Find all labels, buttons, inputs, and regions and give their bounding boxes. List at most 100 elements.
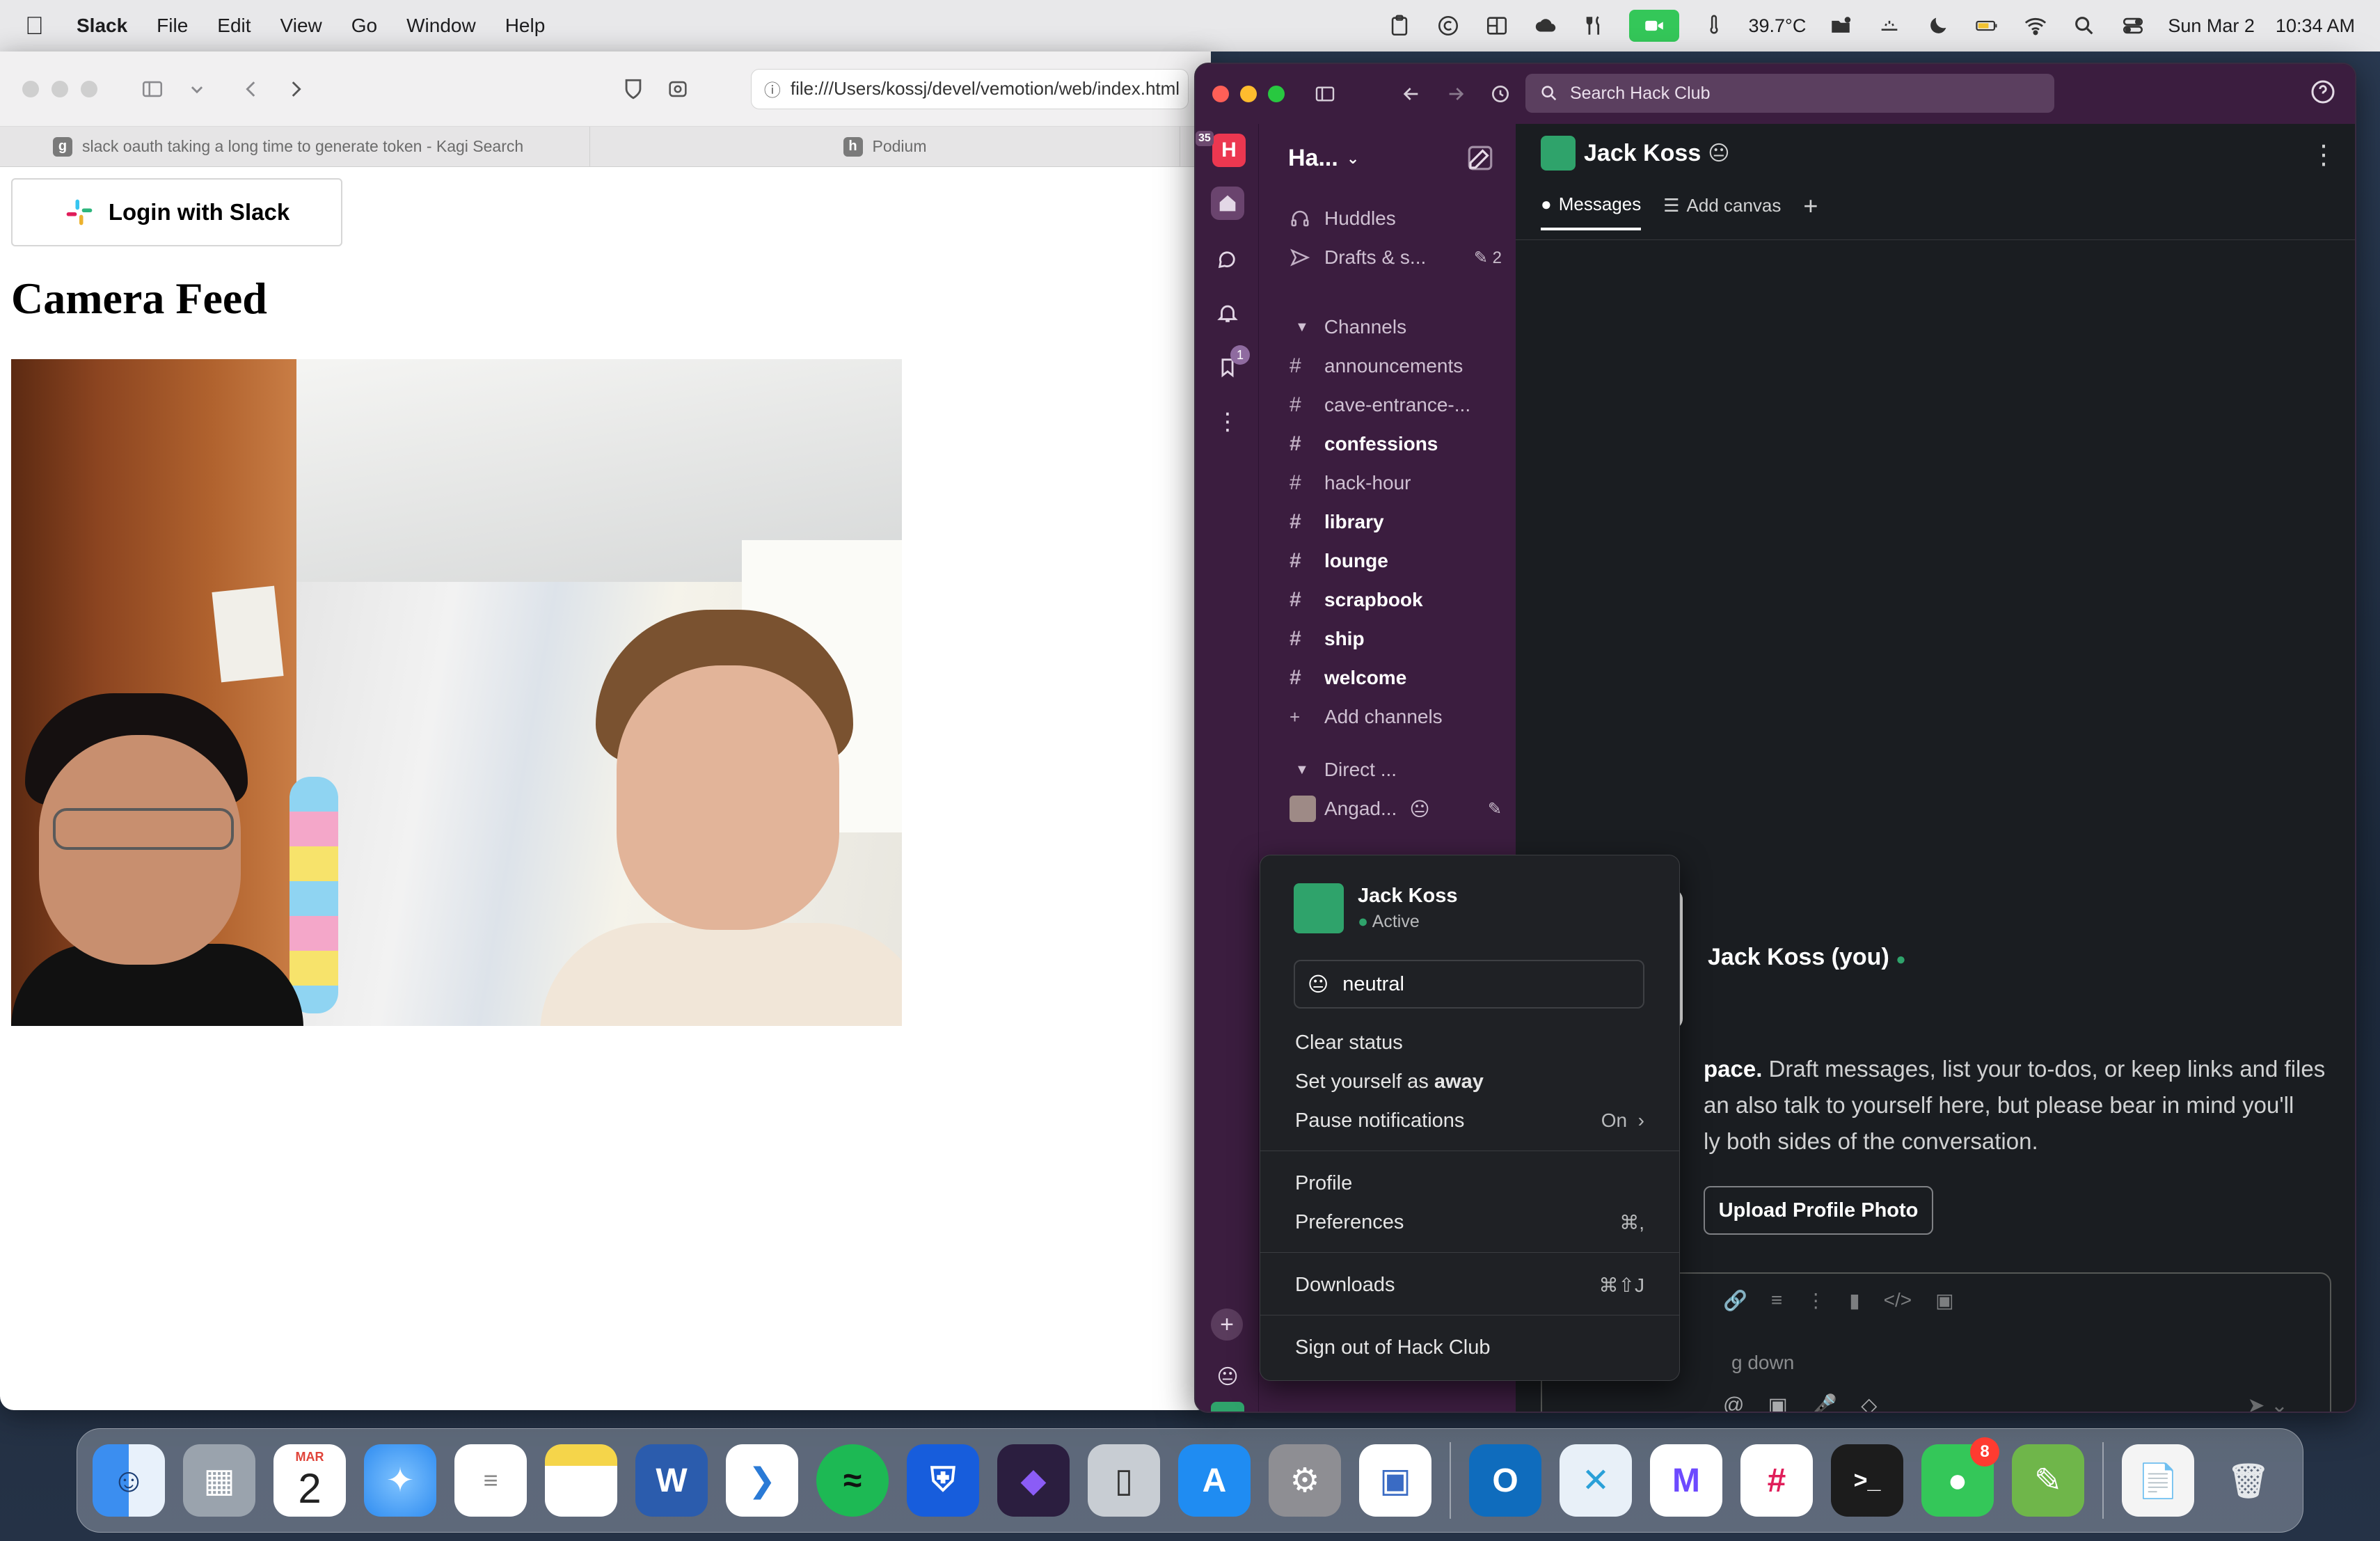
close-window-button[interactable]: [1212, 86, 1229, 102]
calendar-icon[interactable]: MAR 2: [273, 1444, 346, 1517]
tab-add-canvas[interactable]: ☰ Add canvas: [1663, 193, 1781, 230]
bitwarden-icon[interactable]: ⛨: [907, 1444, 979, 1517]
menubar-time[interactable]: 10:34 AM: [2276, 15, 2355, 37]
xcode-tool-icon[interactable]: ✕: [1560, 1444, 1632, 1517]
sparkle-icon[interactable]: [1875, 12, 1903, 40]
bulleted-list-icon[interactable]: ⋮: [1806, 1289, 1825, 1312]
conversation-title[interactable]: Jack Koss: [1584, 140, 1701, 167]
spotlight-search-icon[interactable]: [2070, 12, 2098, 40]
proton-mail-icon[interactable]: M: [1650, 1444, 1722, 1517]
help-icon[interactable]: [2309, 78, 2337, 106]
dms-icon[interactable]: [1211, 242, 1244, 276]
moon-icon[interactable]: [1924, 12, 1952, 40]
saved-bookmark-icon[interactable]: 1: [1211, 345, 1250, 384]
menu-go[interactable]: Go: [351, 15, 377, 37]
sidebar-toggle-icon[interactable]: [139, 74, 166, 104]
site-info-icon[interactable]: ⓘ: [764, 77, 781, 101]
back-arrow-icon[interactable]: [238, 74, 264, 104]
messages-icon[interactable]: ● 8: [1921, 1437, 1999, 1517]
extension-icon[interactable]: [665, 74, 691, 104]
tab-kagi-search[interactable]: g slack oauth taking a long time to gene…: [0, 127, 590, 166]
launchpad-icon[interactable]: ▦: [183, 1444, 255, 1517]
app-store-icon[interactable]: A: [1178, 1444, 1251, 1517]
add-channels-button[interactable]: + Add channels: [1290, 699, 1502, 735]
sign-out-item[interactable]: Sign out of Hack Club: [1295, 1330, 1644, 1365]
downloads-item[interactable]: Downloads ⌘⇧J: [1295, 1267, 1644, 1302]
zoom-window-button[interactable]: [1268, 86, 1285, 102]
system-settings-icon[interactable]: ⚙: [1269, 1444, 1341, 1517]
microphone-icon[interactable]: 🎤: [1811, 1393, 1837, 1412]
direct-messages-section-header[interactable]: ▼ Direct ...: [1290, 752, 1502, 788]
sidebar-item-announcements[interactable]: # announcements: [1290, 348, 1502, 384]
sidebar-item-library[interactable]: # library: [1290, 504, 1502, 540]
upload-profile-photo-button[interactable]: Upload Profile Photo: [1704, 1186, 1933, 1235]
profile-item[interactable]: Profile: [1295, 1166, 1644, 1201]
pause-notifications-item[interactable]: Pause notifications On ›: [1295, 1103, 1644, 1138]
numbered-list-icon[interactable]: ≡: [1771, 1289, 1782, 1312]
control-center-icon[interactable]: [2119, 12, 2147, 40]
more-options-icon[interactable]: ⋮: [2310, 139, 2337, 171]
notes-icon[interactable]: [545, 1444, 617, 1517]
folder-badge-icon[interactable]: [1827, 12, 1855, 40]
back-arrow-icon[interactable]: [1396, 79, 1427, 109]
circle-c-icon[interactable]: [1434, 12, 1462, 40]
add-tab-button[interactable]: +: [1803, 193, 1818, 230]
finder-icon[interactable]: ☺: [93, 1444, 165, 1517]
document-icon[interactable]: 📄: [2122, 1444, 2194, 1517]
apple-menu-icon[interactable]: : [25, 11, 53, 40]
vscode-icon[interactable]: ❯: [726, 1444, 798, 1517]
sidebar-item-huddles[interactable]: Huddles: [1290, 200, 1502, 237]
more-dots-icon[interactable]: ⋮: [1211, 405, 1244, 438]
chevron-down-icon[interactable]: [184, 74, 210, 104]
wifi-icon[interactable]: [2022, 12, 2049, 40]
minimize-window-button[interactable]: [1240, 86, 1257, 102]
forward-arrow-icon[interactable]: [283, 74, 309, 104]
reminders-icon[interactable]: ≡: [454, 1444, 527, 1517]
slash-command-icon[interactable]: ◇: [1861, 1393, 1877, 1412]
clipboard-icon[interactable]: [1386, 12, 1413, 40]
trash-icon[interactable]: 🗑: [2212, 1444, 2285, 1517]
tab-podium[interactable]: h Podium: [590, 127, 1180, 166]
close-window-button[interactable]: [22, 80, 39, 97]
forward-arrow-icon[interactable]: [1441, 79, 1471, 109]
sidebar-item-hack-hour[interactable]: # hack-hour: [1290, 465, 1502, 501]
home-icon[interactable]: [1211, 187, 1244, 220]
minimize-window-button[interactable]: [51, 80, 68, 97]
address-bar[interactable]: ⓘ file:///Users/kossj/devel/vemotion/web…: [750, 68, 1189, 109]
window-manager-icon[interactable]: [1483, 12, 1511, 40]
sidebar-item-scrapbook[interactable]: # scrapbook: [1290, 582, 1502, 618]
menu-edit[interactable]: Edit: [217, 15, 251, 37]
link-icon[interactable]: 🔗: [1723, 1289, 1747, 1312]
menu-app-name[interactable]: Slack: [77, 15, 127, 37]
zoom-window-button[interactable]: [81, 80, 97, 97]
battery-icon[interactable]: [1973, 12, 2001, 40]
cloud-icon[interactable]: [1532, 12, 1560, 40]
bitwarden-extension-icon[interactable]: [620, 74, 646, 104]
safari-icon[interactable]: ✦: [364, 1444, 436, 1517]
send-icon[interactable]: ➤ ⌄: [2247, 1393, 2288, 1412]
menubar-date[interactable]: Sun Mar 2: [2168, 15, 2255, 37]
video-clip-icon[interactable]: ▣: [1768, 1393, 1787, 1412]
fork-knife-icon[interactable]: [1580, 12, 1608, 40]
facetime-video-icon[interactable]: [1628, 10, 1679, 42]
status-input[interactable]: 😐 neutral: [1294, 960, 1644, 1009]
screen-sharing-icon[interactable]: ▣: [1359, 1444, 1431, 1517]
sidebar-item-confessions[interactable]: # confessions: [1290, 426, 1502, 462]
channels-section-header[interactable]: ▼ Channels: [1290, 309, 1502, 345]
code-block-icon[interactable]: ▣: [1935, 1289, 1953, 1312]
tab-messages[interactable]: ● Messages: [1541, 193, 1642, 230]
menu-file[interactable]: File: [157, 15, 188, 37]
set-away-item[interactable]: Set yourself as away: [1295, 1064, 1644, 1099]
workspace-name-menu[interactable]: Ha... ⌄: [1288, 145, 1359, 172]
mention-icon[interactable]: @: [1723, 1393, 1744, 1412]
spotify-icon[interactable]: ≈: [816, 1444, 889, 1517]
sidebar-item-lounge[interactable]: # lounge: [1290, 543, 1502, 579]
slack-search-bar[interactable]: Search Hack Club: [1525, 74, 2054, 113]
temperature-readout[interactable]: 39.7°C: [1749, 15, 1807, 37]
menu-view[interactable]: View: [280, 15, 322, 37]
sidebar-item-drafts[interactable]: Drafts & s... ✎ 2: [1290, 239, 1502, 276]
clear-status-item[interactable]: Clear status: [1295, 1025, 1644, 1060]
activity-bell-icon[interactable]: [1211, 297, 1244, 330]
sidebar-item-ship[interactable]: # ship: [1290, 621, 1502, 657]
word-icon[interactable]: W: [635, 1444, 708, 1517]
